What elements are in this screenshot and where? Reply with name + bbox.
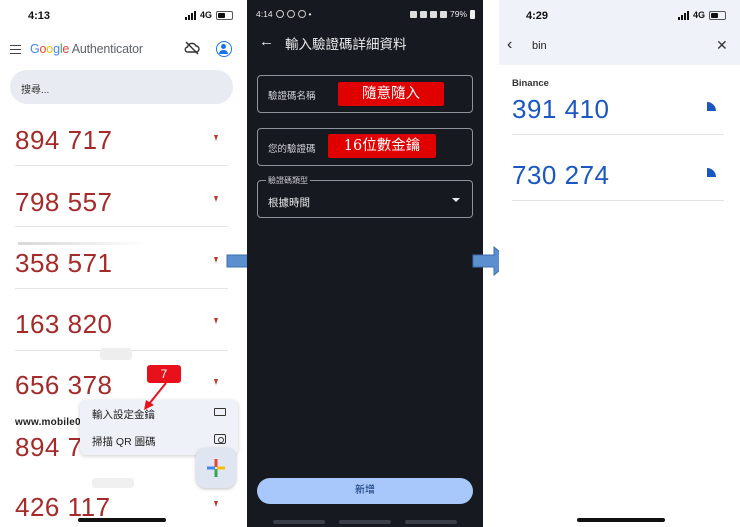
timer-icon (214, 318, 218, 324)
notification-icon (297, 10, 306, 18)
search-input[interactable]: 搜尋... (10, 70, 233, 104)
key-type-select[interactable]: 驗證碼類型 根據時間 (257, 175, 473, 218)
app-title-text: Authenticator (69, 42, 143, 56)
otp-code: 163 820 (15, 309, 113, 339)
add-submit-button[interactable]: 新增 (257, 478, 473, 504)
otp-code: 730 274 (512, 160, 610, 190)
keyboard-icon (214, 408, 226, 416)
search-header: 4:29 4G ‹ bin ✕ (499, 0, 740, 65)
status-time: 4:14 (256, 9, 273, 19)
add-icon (207, 459, 225, 477)
battery-icon (709, 10, 726, 20)
search-results-screen: 4:29 4G ‹ bin ✕ Binance 391 410 730 274 (499, 0, 740, 527)
secret-key-label: 您的驗證碼 (268, 144, 316, 155)
nav-bar (339, 520, 391, 524)
secret-key-field[interactable]: 您的驗證碼 16位數金鑰 (257, 128, 473, 166)
menu-item-scan-qr[interactable]: 掃描 QR 圖碼 (92, 434, 156, 449)
blurred-issuer (92, 478, 134, 488)
app-bar: Google Authenticator (0, 38, 245, 62)
nav-bar (405, 520, 457, 524)
search-input[interactable]: bin (532, 40, 547, 52)
issuer-name: Binance (512, 78, 549, 89)
status-right: 4G (677, 10, 726, 20)
signal-icon (677, 10, 689, 20)
notification-icon (286, 10, 295, 18)
account-icon[interactable] (216, 41, 232, 57)
enter-key-screen: 4:14 • 79% ← 輸入驗證碼詳細資料 驗證碼名稱 隨意隨入 您的驗證碼 … (247, 0, 483, 527)
battery-icon (216, 10, 233, 20)
network-type: 4G (199, 10, 212, 20)
otp-code: 358 571 (15, 248, 113, 278)
status-right: 79% (409, 9, 475, 19)
camera-icon (214, 434, 226, 444)
dropdown-icon (452, 198, 460, 202)
otp-code: 656 378 (15, 370, 113, 400)
add-button[interactable] (196, 448, 236, 488)
divider (15, 226, 228, 227)
divider (15, 165, 228, 166)
battery-level: 79% (449, 9, 467, 19)
app-title: Google Authenticator (30, 42, 143, 56)
otp-code: 894 7 (15, 432, 83, 462)
code-name-label: 驗證碼名稱 (268, 91, 316, 102)
timer-icon (707, 102, 716, 111)
signal-icon (439, 10, 447, 18)
menu-icon[interactable] (10, 45, 21, 54)
notification-dot: • (308, 9, 312, 19)
network-type: 4G (692, 10, 705, 20)
status-time: 4:29 (526, 10, 549, 22)
timer-icon (214, 257, 218, 263)
code-name-field[interactable]: 驗證碼名稱 隨意隨入 (257, 75, 473, 113)
watermark: www.mobile0 (15, 417, 81, 428)
otp-code: 391 410 (512, 94, 610, 124)
status-time: 4:13 (28, 10, 51, 22)
key-type-label: 驗證碼類型 (266, 175, 310, 186)
cloud-off-icon[interactable] (184, 41, 200, 55)
home-indicator (78, 518, 166, 522)
timer-icon (707, 168, 716, 177)
signal-icon (184, 10, 196, 20)
tutorial-collage: 4:13 4G Google Authenticator 搜尋... 894 7… (0, 0, 740, 527)
status-bar: 4:13 4G (0, 0, 245, 32)
blurred-issuer (18, 242, 148, 245)
divider (15, 288, 228, 289)
status-icon (419, 10, 427, 18)
back-chevron-icon[interactable]: ‹ (507, 36, 512, 54)
status-right: 4G (184, 10, 233, 20)
notification-icon (275, 10, 284, 18)
nav-bar (273, 520, 325, 524)
blurred-issuer (100, 348, 132, 360)
status-icon (409, 10, 417, 18)
otp-code: 798 557 (15, 187, 113, 217)
timer-icon (214, 379, 218, 385)
status-bar: 4:14 • (256, 9, 312, 19)
authenticator-list-screen: 4:13 4G Google Authenticator 搜尋... 894 7… (0, 0, 245, 527)
timer-icon (214, 501, 218, 507)
annotation-box: 隨意隨入 (338, 82, 444, 106)
annotation-box: 16位數金鑰 (328, 134, 436, 158)
page-title: 輸入驗證碼詳細資料 (285, 37, 407, 52)
back-arrow-icon[interactable]: ← (259, 33, 274, 50)
logo-letter: g (53, 42, 60, 56)
logo-letter: G (30, 42, 40, 56)
wifi-icon (429, 10, 437, 18)
timer-icon (214, 135, 218, 141)
home-indicator (577, 518, 665, 522)
divider (512, 134, 724, 135)
callout-arrow-icon (144, 382, 167, 410)
close-icon[interactable]: ✕ (716, 37, 728, 54)
divider (512, 200, 724, 201)
key-type-value: 根據時間 (268, 197, 310, 209)
battery-icon (470, 9, 475, 19)
timer-icon (214, 196, 218, 202)
otp-code: 894 717 (15, 125, 113, 155)
